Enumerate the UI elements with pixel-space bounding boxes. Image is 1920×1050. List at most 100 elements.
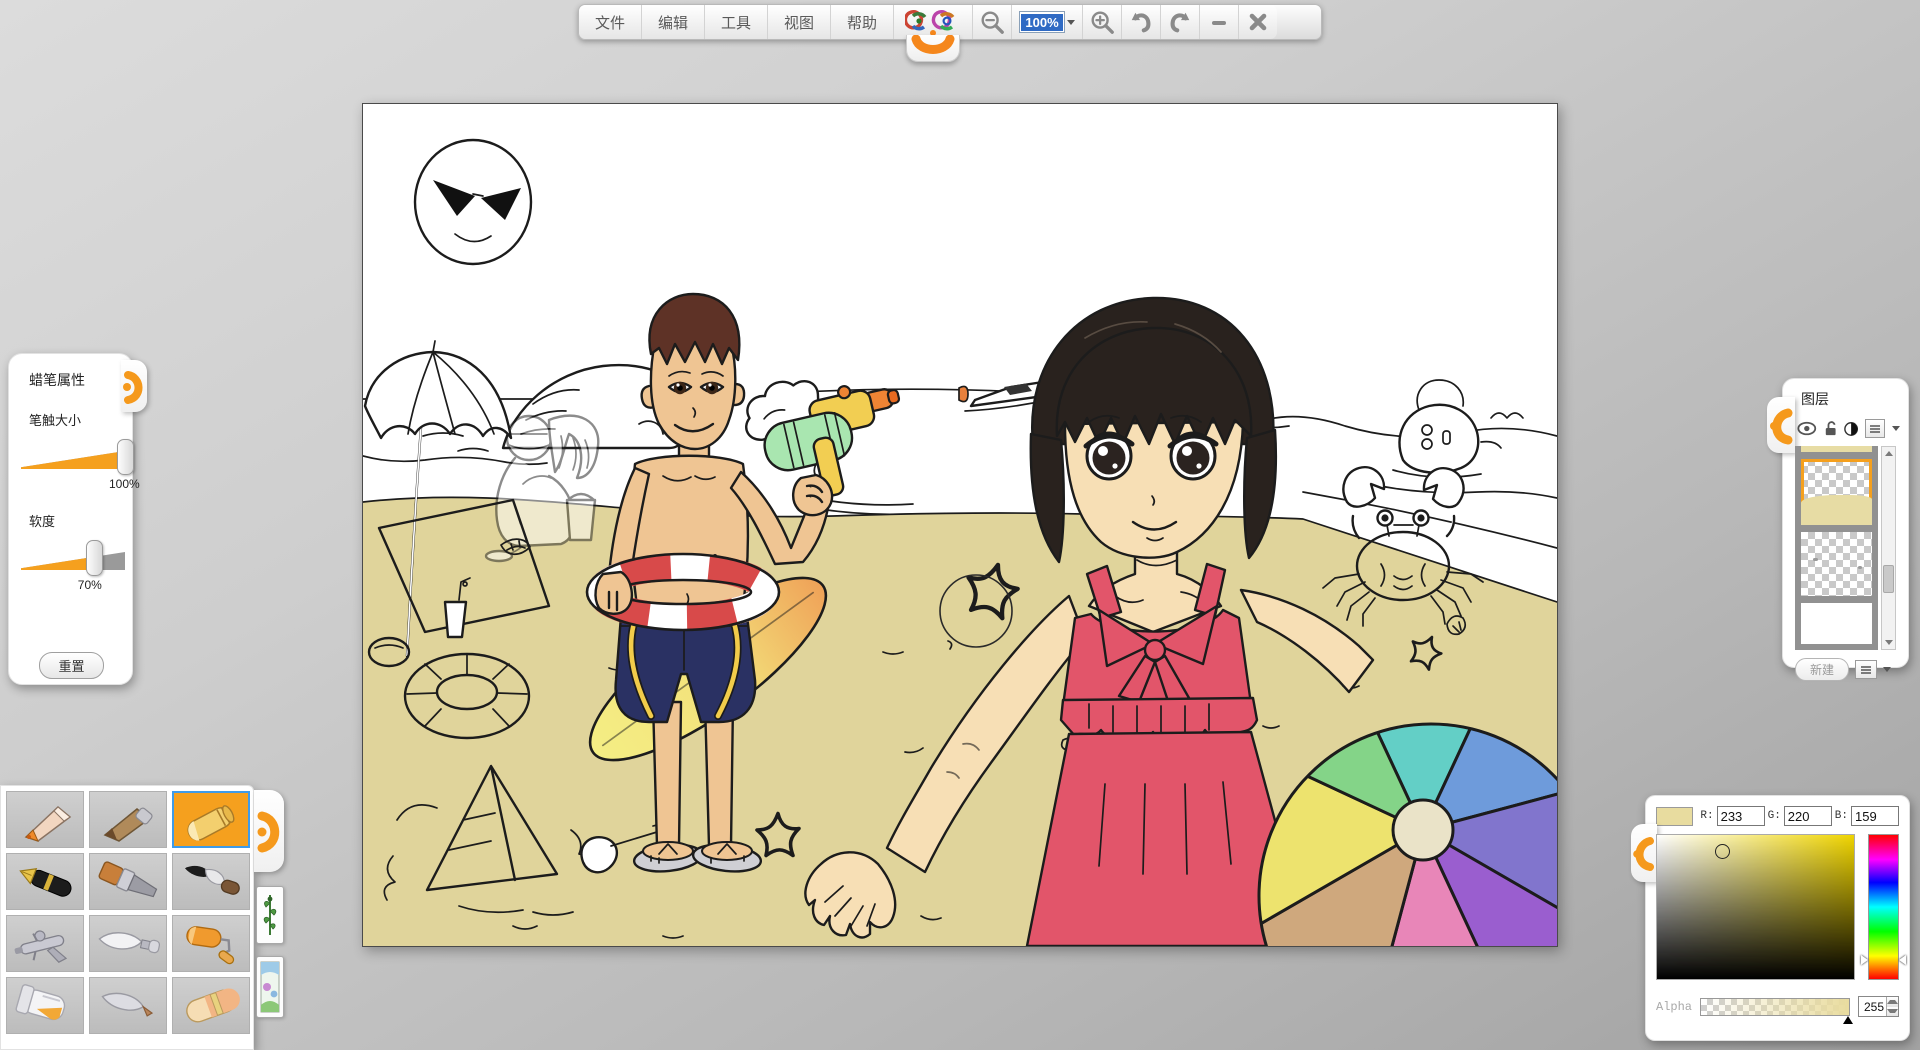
drawing-canvas[interactable] bbox=[362, 103, 1558, 947]
layer-item-background[interactable] bbox=[1801, 603, 1872, 644]
tool-airbrush[interactable] bbox=[6, 915, 84, 972]
hue-slider[interactable] bbox=[1868, 834, 1899, 980]
menu-file[interactable]: 文件 bbox=[579, 5, 641, 39]
menu-lines-icon bbox=[1860, 665, 1872, 675]
close-icon bbox=[1246, 10, 1270, 34]
r-input[interactable] bbox=[1717, 806, 1765, 826]
softness-value: 70% bbox=[78, 578, 102, 592]
tool-paint-jar[interactable] bbox=[6, 977, 84, 1034]
layer-menu-caret-icon[interactable] bbox=[1892, 426, 1900, 431]
softness-label: 软度 bbox=[29, 511, 122, 530]
mascot-eyes-icon bbox=[905, 8, 961, 36]
paint-jar-icon bbox=[12, 983, 78, 1029]
layer-scrollbar[interactable] bbox=[1881, 446, 1896, 650]
picture-stamp-icon bbox=[260, 961, 280, 1013]
tool-blade-knife[interactable] bbox=[89, 977, 167, 1034]
tool-flat-brush[interactable] bbox=[89, 853, 167, 910]
redo-button[interactable] bbox=[1160, 5, 1199, 39]
mascot-tab-icon bbox=[1767, 397, 1795, 453]
tool-colored-pencil[interactable] bbox=[6, 791, 84, 848]
layers-toolbar bbox=[1797, 419, 1900, 438]
menu-view[interactable]: 视图 bbox=[767, 5, 830, 39]
visibility-eye-icon[interactable] bbox=[1797, 421, 1817, 436]
sun-with-sunglasses bbox=[415, 140, 531, 264]
close-button[interactable] bbox=[1238, 5, 1277, 39]
minimize-button[interactable] bbox=[1199, 5, 1238, 39]
crayon-properties-panel: 蜡笔属性 笔触大小 100% 软度 70% 重置 bbox=[8, 353, 133, 685]
zoom-out-button[interactable] bbox=[972, 5, 1011, 39]
alpha-label: Alpha bbox=[1656, 1000, 1692, 1014]
alpha-slider[interactable] bbox=[1700, 998, 1850, 1016]
saturation-value-field[interactable] bbox=[1656, 834, 1855, 980]
slider-handle[interactable] bbox=[86, 540, 103, 576]
brush-size-slider[interactable]: 100% bbox=[21, 439, 125, 477]
layers-footer-caret-icon[interactable] bbox=[1883, 667, 1891, 672]
beach-scene-artwork bbox=[363, 104, 1557, 946]
scroll-up-button[interactable] bbox=[1882, 447, 1895, 460]
layers-panel: 图层 bbox=[1782, 378, 1909, 668]
alpha-handle[interactable] bbox=[1843, 1016, 1853, 1024]
alpha-decrease-button[interactable] bbox=[1887, 1007, 1898, 1017]
layer-menu-button[interactable] bbox=[1865, 419, 1885, 438]
palette-knife-icon bbox=[95, 921, 161, 967]
redo-icon bbox=[1167, 9, 1193, 35]
menu-edit[interactable]: 编辑 bbox=[641, 5, 704, 39]
zoom-dropdown-caret-icon[interactable] bbox=[1067, 20, 1075, 25]
slider-track[interactable] bbox=[21, 552, 125, 570]
alpha-spinner[interactable]: 255 bbox=[1858, 996, 1899, 1017]
b-input[interactable] bbox=[1851, 806, 1899, 826]
opacity-contrast-icon[interactable] bbox=[1844, 421, 1858, 437]
colorpicker-collapse-tab[interactable] bbox=[1631, 824, 1657, 882]
tool-grid bbox=[6, 791, 248, 1034]
reset-button[interactable]: 重置 bbox=[39, 652, 103, 679]
palette-side-strip bbox=[254, 785, 290, 1050]
menu-lines-icon bbox=[1869, 424, 1881, 434]
slider-handle[interactable] bbox=[117, 439, 134, 475]
hue-handle-left[interactable] bbox=[1861, 955, 1868, 965]
picture-stamp-button[interactable] bbox=[256, 956, 284, 1018]
ink-brush-icon bbox=[178, 859, 244, 905]
scrollbar-thumb[interactable] bbox=[1883, 565, 1894, 593]
tool-paint-roller[interactable] bbox=[172, 915, 250, 972]
layers-collapse-tab[interactable] bbox=[1767, 397, 1795, 453]
panel-collapse-tab[interactable] bbox=[121, 360, 147, 412]
wood-pencil-icon bbox=[95, 797, 161, 843]
scroll-down-button[interactable] bbox=[1882, 636, 1895, 649]
layers-footer-menu-button[interactable] bbox=[1855, 660, 1877, 679]
layer-list bbox=[1795, 446, 1878, 650]
alpha-increase-button[interactable] bbox=[1887, 997, 1898, 1007]
plant-stamp-button[interactable] bbox=[256, 886, 284, 944]
menu-help[interactable]: 帮助 bbox=[830, 5, 893, 39]
layer-item-sketch[interactable] bbox=[1801, 532, 1872, 596]
undo-button[interactable] bbox=[1121, 5, 1160, 39]
zoom-level-value[interactable]: 100% bbox=[1019, 11, 1064, 33]
zoom-level-field[interactable]: 100% bbox=[1011, 5, 1082, 39]
layer-item-paint[interactable] bbox=[1801, 459, 1872, 525]
airbrush-icon bbox=[12, 921, 78, 967]
alpha-value: 255 bbox=[1859, 1000, 1886, 1014]
menu-tools[interactable]: 工具 bbox=[704, 5, 767, 39]
zoom-in-button[interactable] bbox=[1082, 5, 1121, 39]
brush-size-label: 笔触大小 bbox=[29, 410, 122, 429]
tool-ink-brush[interactable] bbox=[172, 853, 250, 910]
tool-crayon-selected[interactable] bbox=[172, 791, 250, 848]
plant-stamp-icon bbox=[260, 891, 280, 939]
slider-track[interactable] bbox=[21, 451, 125, 469]
tool-wood-pencil[interactable] bbox=[89, 791, 167, 848]
tool-eraser[interactable] bbox=[172, 977, 250, 1034]
g-input[interactable] bbox=[1784, 806, 1832, 826]
tool-fountain-pen[interactable] bbox=[6, 853, 84, 910]
eraser-icon bbox=[178, 983, 244, 1029]
blade-knife-icon bbox=[95, 983, 161, 1029]
g-label: G: bbox=[1768, 810, 1781, 822]
hue-handle-right[interactable] bbox=[1899, 955, 1906, 965]
tool-palette-knife[interactable] bbox=[89, 915, 167, 972]
panel-title: 蜡笔属性 bbox=[29, 370, 122, 390]
b-label: B: bbox=[1835, 810, 1848, 822]
palette-collapse-tab[interactable] bbox=[254, 790, 284, 872]
color-picker-cursor[interactable] bbox=[1715, 844, 1730, 859]
softness-slider[interactable]: 70% bbox=[21, 540, 125, 578]
new-layer-button[interactable]: 新建 bbox=[1795, 658, 1849, 681]
app-mascot-button[interactable] bbox=[893, 5, 972, 39]
unlock-icon[interactable] bbox=[1824, 420, 1837, 437]
